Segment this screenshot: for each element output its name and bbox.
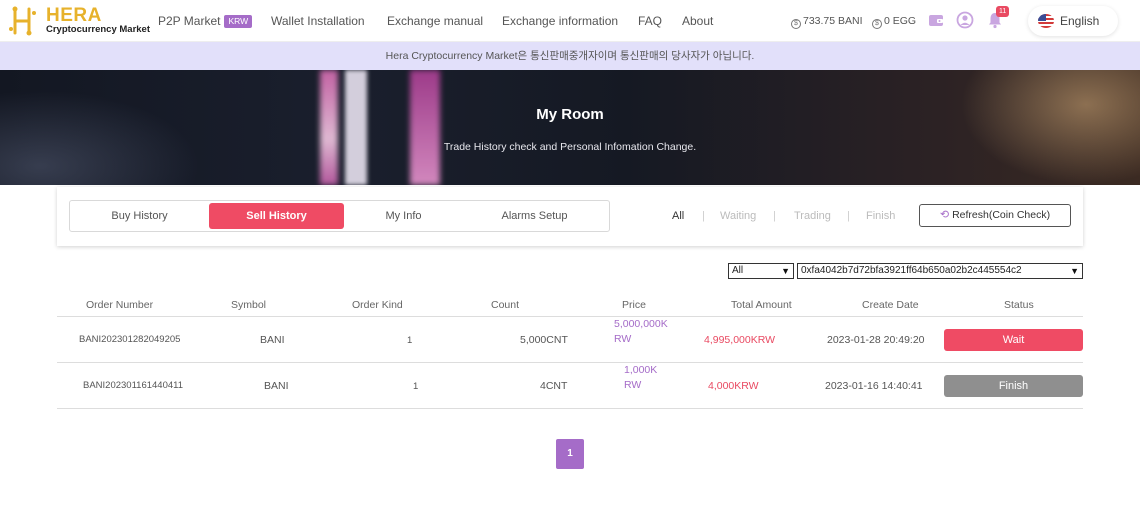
create-date: 2023-01-16 14:40:41 [825,380,923,392]
column-header-symbol: Symbol [231,299,267,311]
status-wait-button[interactable]: Wait [944,329,1083,351]
total-amount: 4,000KRW [708,380,759,392]
symbol: BANI [260,334,285,346]
language-selector[interactable]: English [1028,6,1118,36]
notice-bar: Hera Cryptocurrency Market은 통신판매중개자이며 통신… [0,42,1140,70]
nav-item-faq[interactable]: FAQ [638,13,662,29]
column-header-price: Price [622,299,646,311]
history-controls-card: Buy History Sell History My Info Alarms … [57,187,1083,246]
filter-divider: | [702,210,705,222]
history-tabs: Buy History Sell History My Info Alarms … [69,200,610,232]
brand-name: HERA [46,5,102,26]
hero-background-glow [0,90,200,185]
filter-all[interactable]: All [672,209,684,223]
brand-subtitle: Cryptocurrency Market [46,24,151,35]
coin-icon: $ [872,19,882,29]
user-icon[interactable] [956,11,974,29]
chevron-down-icon: ▼ [1070,266,1079,276]
tab-buy-history[interactable]: Buy History [72,203,207,229]
page-title: My Room [536,106,604,123]
table-divider [57,316,1083,317]
hero-neon-light [410,70,440,185]
nav-item-exchange-information[interactable]: Exchange information [502,13,618,29]
status-finish-button[interactable]: Finish [944,375,1083,397]
wallet-address-select[interactable]: 0xfa4042b7d72bfa3921ff64b650a02b2c445554… [797,263,1083,279]
nav-item-wallet-installation[interactable]: Wallet Installation [271,13,365,29]
column-header-total-amount: Total Amount [731,299,792,311]
refresh-coin-check-button[interactable]: ⟲ Refresh(Coin Check) [919,204,1071,227]
column-header-order-number: Order Number [86,299,154,311]
top-header: HERA Cryptocurrency Market P2P Market KRW… [0,0,1140,42]
price: 1,000K RW [624,364,658,391]
chevron-down-icon: ▼ [781,266,790,276]
order-kind: 1 [407,335,413,346]
create-date: 2023-01-28 20:49:20 [827,334,925,346]
hero-background-glow [960,70,1140,185]
refresh-icon: ⟲ [939,209,950,221]
filter-waiting[interactable]: Waiting [720,209,756,223]
language-label: English [1060,14,1100,28]
hero-neon-light [345,70,367,185]
egg-balance: $0 EGG [872,13,916,29]
nav-item-about[interactable]: About [682,13,713,29]
krw-badge: KRW [224,15,253,28]
tab-sell-history[interactable]: Sell History [209,203,344,229]
order-number: BANI202301161440411 [83,380,184,391]
column-header-create-date: Create Date [862,299,919,311]
status-select-value: All [732,265,744,276]
filter-finish[interactable]: Finish [866,209,895,223]
us-flag-icon [1038,14,1054,28]
count: 5,000CNT [520,334,568,346]
order-kind: 1 [413,381,419,392]
filter-trading[interactable]: Trading [794,209,831,223]
table-divider [57,362,1083,363]
nav-item-label: P2P Market [158,14,221,28]
notification-count-badge: 11 [996,6,1010,17]
order-number: BANI202301282049205 [79,334,181,345]
filter-divider: | [847,210,850,222]
filter-divider: | [773,210,776,222]
column-header-order-kind: Order Kind [352,299,403,311]
hero-banner: My Room Trade History check and Personal… [0,70,1140,185]
column-header-status: Status [1004,299,1034,311]
page-subtitle: Trade History check and Personal Infomat… [443,141,697,153]
tab-alarms-setup[interactable]: Alarms Setup [467,203,602,229]
wallet-address-value: 0xfa4042b7d72bfa3921ff64b650a02b2c445554… [801,265,1022,276]
pagination-page-1[interactable]: 1 [556,439,584,469]
nav-item-p2p-market[interactable]: P2P Market KRW [158,13,253,29]
nav-item-exchange-manual[interactable]: Exchange manual [387,13,483,29]
wallet-icon[interactable] [927,11,945,29]
symbol: BANI [264,380,289,392]
price: 5,000,000K RW [614,318,668,345]
bani-balance: $733.75 BANI [791,13,863,29]
tab-my-info[interactable]: My Info [336,203,471,229]
column-header-count: Count [491,299,520,311]
hera-logo-icon [9,6,36,36]
table-divider [57,408,1083,409]
count: 4CNT [540,380,568,392]
status-select[interactable]: All ▼ [728,263,794,279]
brand-logo[interactable]: HERA Cryptocurrency Market [8,5,150,37]
refresh-label: Refresh(Coin Check) [952,209,1051,221]
hero-neon-light [320,70,338,185]
coin-icon: $ [791,19,801,29]
total-amount: 4,995,000KRW [704,334,776,346]
